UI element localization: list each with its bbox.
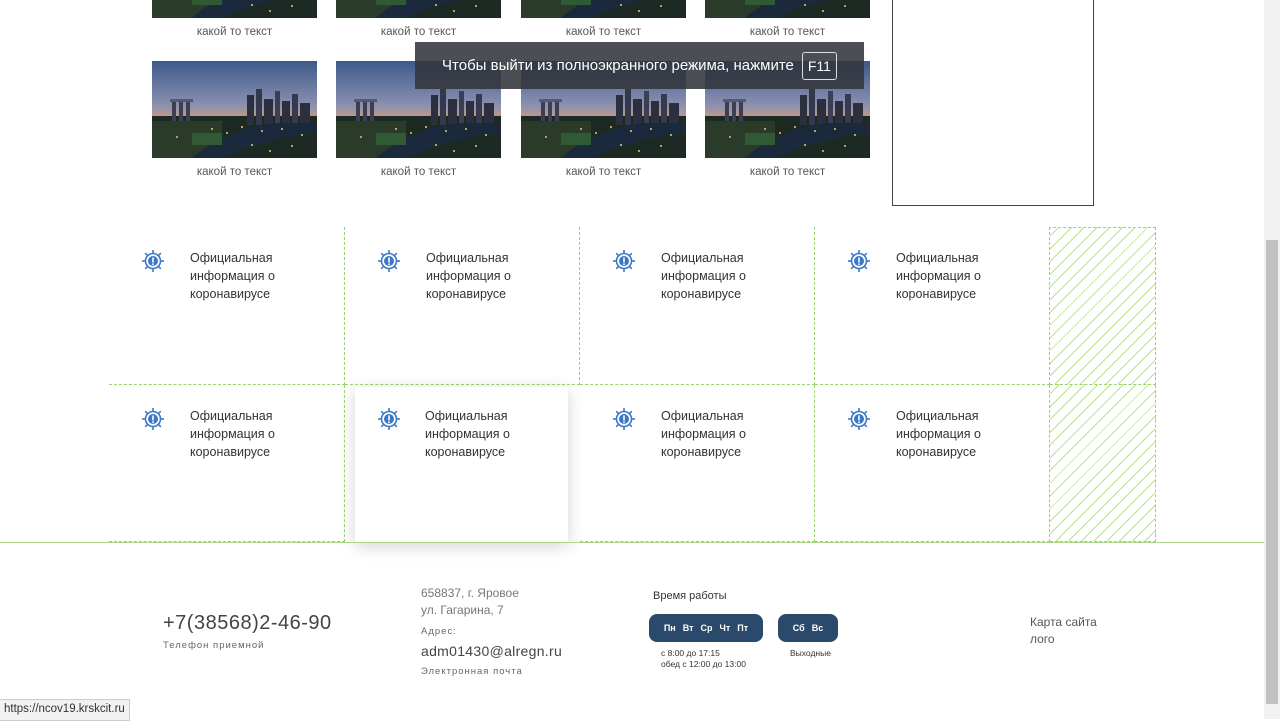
hatched-placeholder bbox=[1050, 227, 1156, 385]
weekend-badge: Сб Вс bbox=[778, 614, 838, 642]
email-link[interactable]: adm01430@alregn.ru bbox=[421, 643, 562, 659]
virus-info-icon bbox=[377, 407, 401, 431]
f11-key: F11 bbox=[801, 51, 837, 80]
gallery-image[interactable] bbox=[152, 0, 317, 18]
info-card-label: Официальная информация о коронавирусе bbox=[896, 409, 981, 459]
fullscreen-exit-tooltip: Чтобы выйти из полноэкранного режима, на… bbox=[415, 42, 864, 89]
virus-info-icon bbox=[612, 249, 636, 273]
info-card-label: Официальная информация о коронавирусе bbox=[426, 251, 511, 301]
scrollbar-thumb[interactable] bbox=[1266, 240, 1278, 704]
day-label: Чт bbox=[719, 623, 731, 633]
virus-info-icon bbox=[377, 249, 401, 273]
vertical-scrollbar[interactable] bbox=[1264, 0, 1280, 719]
virus-info-icon bbox=[847, 407, 871, 431]
footer-links: Карта сайта лого bbox=[1030, 614, 1097, 648]
info-card[interactable]: Официальная информация о коронавирусе bbox=[815, 385, 1050, 542]
day-label: Вс bbox=[811, 623, 824, 633]
gallery-caption[interactable]: какой то текст bbox=[152, 26, 317, 38]
virus-info-icon bbox=[141, 249, 165, 273]
info-card[interactable]: Официальная информация о коронавирусе bbox=[345, 227, 580, 385]
info-card-label: Официальная информация о коронавирусе bbox=[661, 409, 746, 459]
footer-divider bbox=[0, 542, 1264, 543]
address-line: 658837, г. Яровое bbox=[421, 586, 519, 600]
info-card-label: Официальная информация о коронавирусе bbox=[190, 251, 275, 301]
virus-info-icon bbox=[141, 407, 165, 431]
info-card[interactable]: Официальная информация о коронавирусе bbox=[580, 385, 815, 542]
sidebar-widget-box bbox=[892, 0, 1094, 206]
weekend-label: Выходные bbox=[790, 648, 831, 658]
info-card[interactable]: Официальная информация о коронавирусе bbox=[109, 227, 345, 385]
info-card-hovered[interactable]: Официальная информация о коронавирусе bbox=[355, 387, 568, 542]
phone-link[interactable]: +7(38568)2-46-90 bbox=[163, 612, 332, 635]
hours-line: обед с 12:00 до 13:00 bbox=[661, 659, 746, 669]
info-card-label: Официальная информация о коронавирусе bbox=[425, 409, 510, 459]
page: какой то текст какой то текст какой то т… bbox=[0, 0, 1264, 719]
day-label: Сб bbox=[792, 623, 805, 633]
status-bar-url: https://ncov19.krskcit.ru bbox=[0, 699, 130, 721]
day-label: Ср bbox=[700, 623, 713, 633]
fullscreen-tip-text: Чтобы выйти из полноэкранного режима, на… bbox=[442, 57, 794, 74]
virus-info-icon bbox=[847, 249, 871, 273]
weekday-hours: с 8:00 до 17:15 обед с 12:00 до 13:00 bbox=[661, 648, 746, 670]
hours-line: с 8:00 до 17:15 bbox=[661, 648, 720, 658]
virus-info-icon bbox=[612, 407, 636, 431]
info-card-grid: Официальная информация о коронавирусе Оф… bbox=[109, 227, 1156, 542]
gallery-caption[interactable]: какой то текст bbox=[336, 166, 501, 178]
info-card[interactable]: Официальная информация о коронавирусе bbox=[109, 385, 345, 542]
weekdays-badge: Пн Вт Ср Чт Пт bbox=[649, 614, 763, 642]
gallery-caption[interactable]: какой то текст bbox=[705, 166, 870, 178]
phone-label: Телефон приемной bbox=[163, 640, 265, 651]
gallery-image[interactable] bbox=[705, 0, 870, 18]
address-line: ул. Гагарина, 7 bbox=[421, 603, 504, 617]
gallery-caption[interactable]: какой то текст bbox=[336, 26, 501, 38]
gallery-image[interactable] bbox=[336, 0, 501, 18]
hatched-placeholder bbox=[1050, 385, 1156, 542]
day-label: Пт bbox=[737, 623, 749, 633]
email-label: Электронная почта bbox=[421, 666, 523, 677]
address-label: Адрес: bbox=[421, 626, 457, 637]
footer-logo[interactable]: лого bbox=[1030, 631, 1097, 648]
gallery-image[interactable] bbox=[521, 0, 686, 18]
info-card-label: Официальная информация о коронавирусе bbox=[896, 251, 981, 301]
address: 658837, г. Яровое ул. Гагарина, 7 bbox=[421, 585, 519, 619]
gallery-caption[interactable]: какой то текст bbox=[705, 26, 870, 38]
day-label: Пн bbox=[663, 623, 676, 633]
sitemap-link[interactable]: Карта сайта bbox=[1030, 614, 1097, 631]
info-card[interactable]: Официальная информация о коронавирусе bbox=[815, 227, 1050, 385]
gallery-image[interactable] bbox=[152, 61, 317, 158]
hours-title: Время работы bbox=[653, 590, 727, 602]
day-label: Вт bbox=[682, 623, 694, 633]
gallery-caption[interactable]: какой то текст bbox=[521, 26, 686, 38]
gallery-caption[interactable]: какой то текст bbox=[152, 166, 317, 178]
info-card[interactable]: Официальная информация о коронавирусе bbox=[580, 227, 815, 385]
info-card-label: Официальная информация о коронавирусе bbox=[661, 251, 746, 301]
info-card-label: Официальная информация о коронавирусе bbox=[190, 409, 275, 459]
gallery-caption[interactable]: какой то текст bbox=[521, 166, 686, 178]
